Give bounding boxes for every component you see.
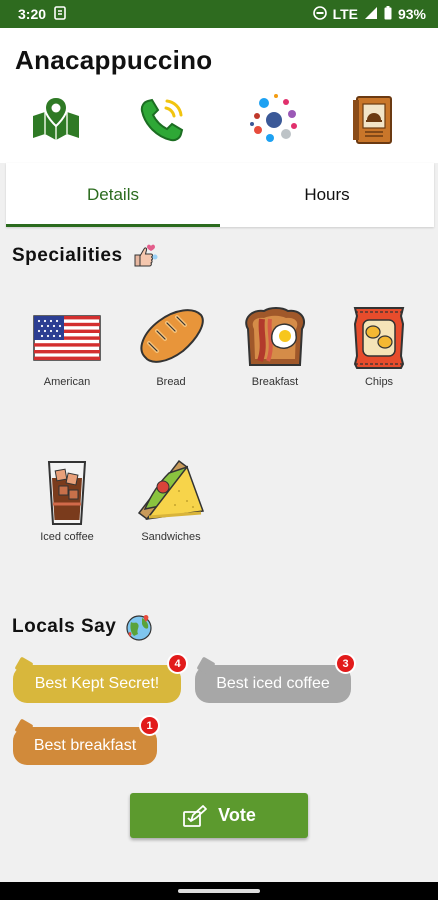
status-time: 3:20	[18, 6, 47, 22]
globe-icon	[126, 615, 152, 641]
tab-hours-label: Hours	[304, 185, 350, 204]
menu-button[interactable]	[342, 90, 402, 150]
iced-coffee-icon	[47, 461, 87, 525]
speciality-iced-coffee[interactable]: Iced coffee	[22, 458, 112, 543]
social-icon	[250, 94, 297, 142]
vote-label: Vote	[218, 805, 256, 825]
speciality-bread-label: Bread	[156, 376, 186, 388]
map-pin-icon	[33, 95, 79, 140]
locals-say-title: Locals Say	[12, 616, 117, 637]
tab-bar: Details Hours	[6, 163, 434, 227]
page-title: Anacappuccino	[15, 45, 213, 75]
speciality-chips[interactable]: Chips	[334, 303, 424, 388]
locals-tag-best-iced-coffee[interactable]: Best iced coffee 3	[195, 653, 356, 703]
vote-count-badge: 4	[167, 653, 188, 674]
header: Anacappuccino	[0, 28, 438, 163]
speciality-bread[interactable]: Bread	[126, 303, 216, 388]
dnd-icon	[312, 5, 327, 23]
gesture-handle[interactable]	[178, 889, 260, 893]
breakfast-icon	[245, 307, 306, 366]
locals-tag-best-breakfast[interactable]: Best breakfast 1	[13, 715, 160, 765]
speciality-american-label: American	[43, 376, 91, 388]
vote-count-badge: 1	[139, 715, 160, 736]
status-bar: 3:20 LTE 93%	[0, 0, 438, 28]
tab-hours[interactable]: Hours	[220, 163, 434, 227]
sim-icon	[54, 5, 66, 23]
specialities-heading: Specialities	[12, 243, 159, 269]
edit-vote-icon	[183, 804, 208, 827]
phone-icon	[140, 98, 184, 142]
thumbs-heart-icon	[134, 244, 158, 267]
social-button[interactable]	[244, 90, 304, 150]
battery-percent: 93%	[397, 6, 426, 22]
locals-tag-best-kept-secret[interactable]: Best Kept Secret! 4	[13, 653, 188, 703]
speciality-iced-coffee-label: Iced coffee	[40, 531, 94, 543]
locals-tag-label: Best iced coffee	[216, 675, 330, 692]
menu-book-icon	[353, 96, 392, 144]
tab-details[interactable]: Details	[6, 163, 220, 227]
vote-count-badge: 3	[335, 653, 356, 674]
map-button[interactable]	[26, 90, 86, 150]
action-row	[0, 90, 438, 154]
speciality-breakfast-label: Breakfast	[251, 376, 299, 388]
chips-icon	[353, 307, 405, 369]
sandwich-icon	[137, 459, 205, 521]
speciality-breakfast[interactable]: Breakfast	[230, 303, 320, 388]
specialities-title: Specialities	[12, 245, 123, 266]
signal-icon	[364, 6, 378, 23]
battery-icon	[384, 5, 392, 23]
vote-button[interactable]: Vote	[130, 793, 308, 838]
usa-flag-icon	[33, 315, 101, 361]
speciality-sandwiches-label: Sandwiches	[141, 531, 201, 543]
speciality-american[interactable]: American	[22, 303, 112, 388]
locals-tag-label: Best Kept Secret!	[34, 675, 160, 692]
speciality-sandwiches[interactable]: Sandwiches	[126, 458, 216, 543]
network-label: LTE	[332, 6, 358, 22]
speciality-chips-label: Chips	[364, 376, 394, 388]
locals-say-heading: Locals Say	[12, 612, 154, 642]
call-button[interactable]	[132, 90, 192, 150]
bread-icon	[140, 309, 204, 363]
tab-details-label: Details	[87, 185, 139, 204]
locals-tag-label: Best breakfast	[33, 737, 137, 754]
